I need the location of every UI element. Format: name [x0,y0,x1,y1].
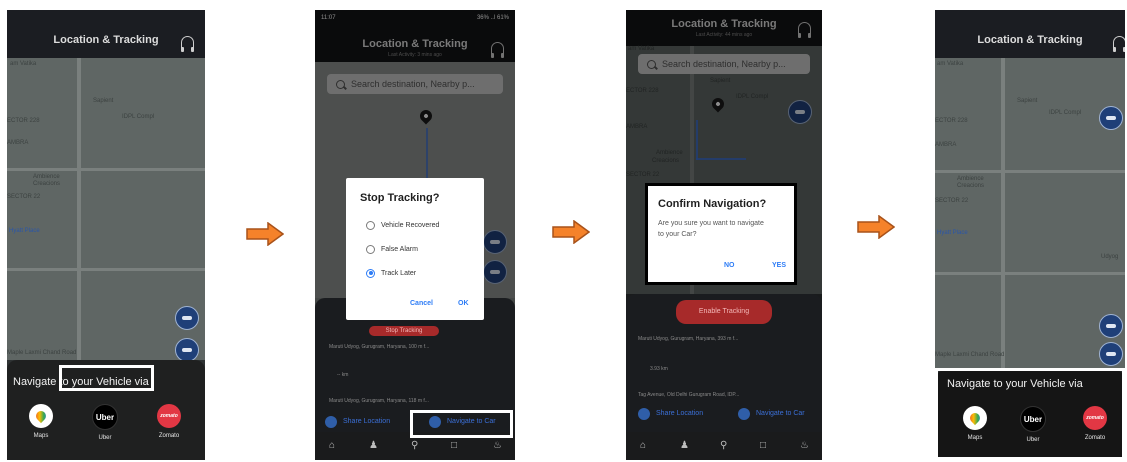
map-label: Ambience [33,174,60,180]
map-label: IDPL Compl [1049,110,1082,116]
vehicle-locate-button[interactable] [1099,106,1123,130]
next-step-arrow-icon [552,220,590,244]
highlight-box [59,365,154,391]
address-to: Maruti Udyog, Gurugram, Haryana, 118 m f… [329,398,429,404]
navigate-icon [738,408,750,420]
map-label: IDPL Compl [122,114,155,120]
radio-vehicle-recovered[interactable]: Vehicle Recovered [366,218,439,232]
enable-tracking-button[interactable]: Enable Tracking [676,300,772,324]
vehicle-icon[interactable]: ♟ [369,440,378,451]
location-icon[interactable]: ⚲ [720,440,727,451]
top-bar: Location & Tracking [935,10,1125,58]
page-title: Location & Tracking [53,34,159,46]
vehicle-locate-button[interactable] [175,306,199,330]
distance-value: 3.93 km [650,366,668,372]
map-label: Hyatt Place [9,228,40,234]
share-location-link[interactable]: Share Location [656,410,703,417]
stop-tracking-dialog: Stop Tracking? Vehicle Recovered False A… [346,178,484,320]
address-to: Tag Avenue, Old Delhi Gurugram Road, IDP… [638,392,740,398]
next-step-arrow-icon [857,215,895,239]
map-label: Creacions [957,183,985,189]
map-label: ECTOR 228 [7,118,40,124]
navigation-fab[interactable] [1099,342,1123,366]
radio-track-later[interactable]: Track Later [366,266,416,280]
map-label: Maple Laxmi Chand Road [935,352,1005,358]
highlight-box [935,368,1125,460]
screen-4: Location & Tracking am Vatika Sapient EC… [935,10,1125,460]
map-label: Hyatt Place [937,230,968,236]
app-option-maps[interactable]: Maps [21,404,61,439]
map-label: am Vatika [10,61,37,67]
map-label: Maple Laxmi Chand Road [7,350,77,356]
map-label: Sapient [93,98,114,104]
map-view[interactable]: am Vatika Sapient ECTOR 228 IDPL Compl A… [935,58,1125,370]
map-label: ECTOR 228 [935,118,968,124]
next-step-arrow-icon [246,222,284,246]
radio-button[interactable] [366,220,375,230]
radio-false-alarm[interactable]: False Alarm [366,242,418,256]
stop-tracking-button[interactable]: Stop Tracking [369,326,439,336]
map-label: SECTOR 22 [935,198,969,204]
map-label: Creacions [33,181,61,187]
vehicle-icon[interactable]: ♟ [680,440,689,451]
zomato-icon: zomato [157,404,181,428]
navigation-fab[interactable] [1099,314,1123,338]
app-option-uber[interactable]: Uber Uber [85,404,125,441]
address-from: Maruti Udyog, Gurugram, Haryana, 100 m f… [329,344,430,350]
navigation-fab[interactable] [175,338,199,362]
map-label: AMBRA [7,140,29,146]
page-title: Location & Tracking [977,34,1083,46]
map-label: am Vatika [937,61,964,67]
highlight-box [410,410,513,438]
bell-icon[interactable]: ♨ [800,440,809,451]
share-icon [325,416,337,428]
screen-1: Location & Tracking am Vatika Sapient EC… [7,10,205,460]
share-location-link[interactable]: Share Location [343,418,390,425]
distance-value: -- km [337,372,349,378]
bell-icon[interactable]: ♨ [493,440,502,451]
google-maps-icon [29,404,53,428]
home-icon[interactable]: ⌂ [329,440,335,451]
support-headset-icon[interactable] [181,36,194,52]
ok-button[interactable]: OK [458,300,469,307]
map-label: Ambience [957,176,984,182]
bottom-nav: ⌂ ♟ ⚲ □ ♨ [626,432,822,460]
share-icon [638,408,650,420]
navigate-to-car-link[interactable]: Navigate to Car [756,410,805,417]
top-bar: Location & Tracking [7,10,205,58]
cancel-button[interactable]: Cancel [410,300,433,307]
screen-3: Location & Tracking Last Activity: 44 mi… [626,10,822,460]
map-label: Udyog [1101,254,1119,260]
location-icon[interactable]: ⚲ [411,440,418,451]
garage-icon[interactable]: □ [451,440,457,451]
radio-button[interactable] [366,244,375,254]
address-from: Maruti Udyog, Gurugram, Haryana, 393 m f… [638,336,739,342]
app-option-zomato[interactable]: zomato Zomato [149,404,189,439]
home-icon[interactable]: ⌂ [640,440,646,451]
radio-button-selected[interactable] [366,268,375,278]
tracking-sheet: Enable Tracking Maruti Udyog, Gurugram, … [626,294,822,460]
map-label: Sapient [1017,98,1038,104]
screen-2: 11:07 36% ..l 61% Location & Tracking La… [315,10,515,460]
map-label: SECTOR 22 [7,194,41,200]
support-headset-icon[interactable] [1113,36,1125,52]
map-view[interactable]: am Vatika Sapient ECTOR 228 IDPL Compl A… [7,58,205,362]
highlight-box [645,183,797,285]
dialog-title: Stop Tracking? [360,192,440,204]
map-label: AMBRA [935,142,957,148]
garage-icon[interactable]: □ [760,440,766,451]
uber-icon: Uber [92,404,118,430]
